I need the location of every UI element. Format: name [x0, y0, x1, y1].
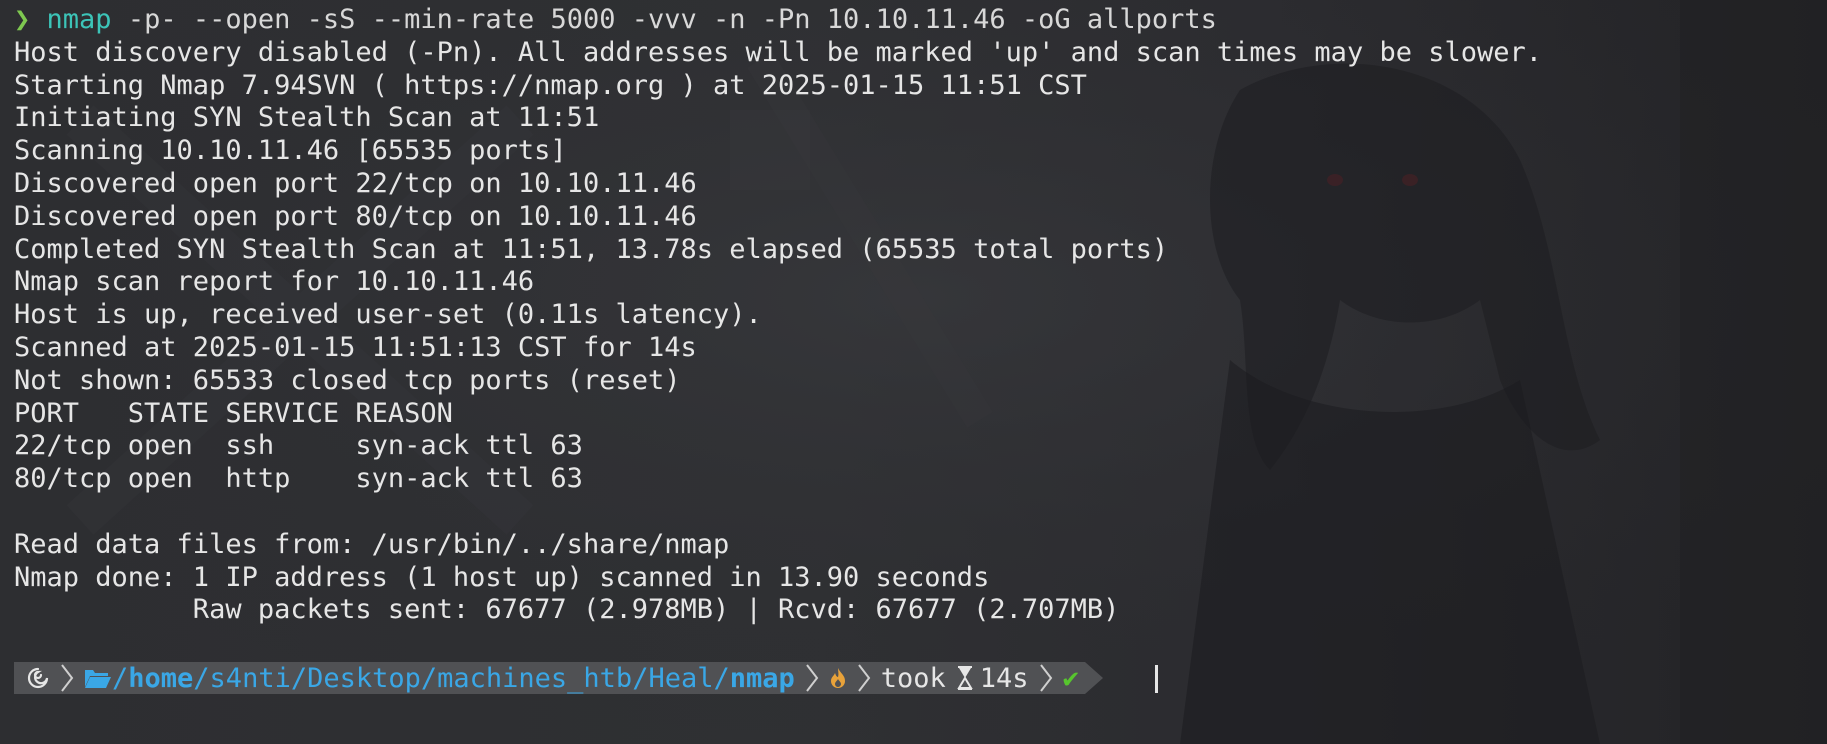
- port-table-row: 22/tcp open ssh syn-ack ttl 63: [14, 430, 583, 462]
- path-root: /: [112, 662, 129, 694]
- output-line: Initiating SYN Stealth Scan at 11:51: [14, 102, 600, 134]
- command-program: nmap: [46, 4, 112, 35]
- segment-separator-icon: [1039, 664, 1052, 692]
- text-cursor: [1155, 665, 1158, 693]
- took-label: took: [880, 662, 946, 694]
- command-line: ❯ nmap -p- --open -sS --min-rate 5000 -v…: [14, 4, 1827, 37]
- shell-prompt: / home/s4nti/Desktop/machines_htb/Heal/nm…: [14, 662, 1103, 694]
- folder-open-icon: [84, 667, 112, 689]
- output-line: Discovered open port 80/tcp on 10.10.11.…: [14, 200, 697, 232]
- output-line: Not shown: 65533 closed tcp ports (reset…: [14, 364, 681, 396]
- terminal-window[interactable]: ❯ nmap -p- --open -sS --min-rate 5000 -v…: [0, 0, 1827, 744]
- debian-swirl-icon: [26, 666, 50, 690]
- path-current-dir: nmap: [729, 662, 795, 694]
- output-line: Host is up, received user-set (0.11s lat…: [14, 299, 762, 331]
- segment-separator-icon: [857, 664, 871, 692]
- output-line: Discovered open port 22/tcp on 10.10.11.…: [14, 167, 697, 199]
- output-line: Host discovery disabled (-Pn). All addre…: [14, 36, 1543, 68]
- segment-separator-icon: [805, 664, 819, 692]
- output-line: Scanned at 2025-01-15 11:51:13 CST for 1…: [14, 331, 697, 363]
- prompt-bar-tip: [1084, 662, 1103, 694]
- command-args: -p- --open -sS --min-rate 5000 -vvv -n -…: [111, 4, 1217, 35]
- output-line: Completed SYN Stealth Scan at 11:51, 13.…: [14, 233, 1169, 265]
- output-line: Raw packets sent: 67677 (2.978MB) | Rcvd…: [14, 594, 1120, 626]
- flame-icon: [829, 667, 847, 689]
- output-line: Starting Nmap 7.94SVN ( https://nmap.org…: [14, 69, 1087, 101]
- output-line: Scanning 10.10.11.46 [65535 ports]: [14, 135, 567, 167]
- path-middle: /s4nti/Desktop/machines_htb/Heal/: [193, 662, 730, 694]
- hourglass-icon: [956, 666, 974, 690]
- output-line: Read data files from: /usr/bin/../share/…: [14, 528, 730, 560]
- command-duration: 14s: [979, 662, 1029, 694]
- prompt-bar: / home/s4nti/Desktop/machines_htb/Heal/nm…: [14, 662, 1085, 694]
- port-table-header: PORT STATE SERVICE REASON: [14, 397, 453, 429]
- segment-separator-icon: [61, 664, 74, 692]
- port-table-row: 80/tcp open http syn-ack ttl 63: [14, 463, 583, 495]
- output-line: Nmap done: 1 IP address (1 host up) scan…: [14, 561, 990, 593]
- terminal-output: ❯ nmap -p- --open -sS --min-rate 5000 -v…: [14, 4, 1827, 627]
- check-icon: ✔: [1062, 662, 1079, 694]
- output-line: Nmap scan report for 10.10.11.46: [14, 266, 535, 298]
- path-home: home: [128, 662, 194, 694]
- current-path: / home/s4nti/Desktop/machines_htb/Heal/nm…: [112, 662, 795, 694]
- prompt-symbol: ❯: [14, 4, 31, 35]
